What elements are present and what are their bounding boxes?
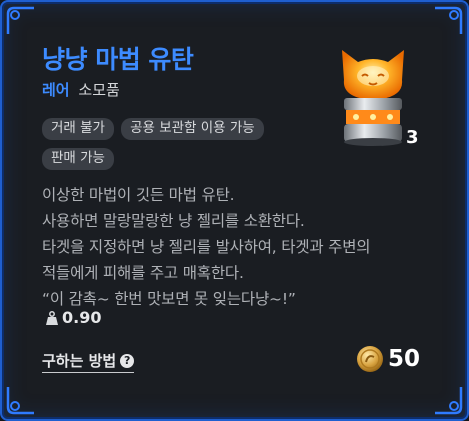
- tag-sellable: 판매 가능: [42, 148, 114, 170]
- description-line: 타겟을 지정하면 냥 젤리를 발사하여, 타겟과 주변의: [42, 238, 371, 256]
- description-line: 사용하면 말랑말랑한 냥 젤리를 소환한다.: [42, 212, 305, 230]
- question-icon: ?: [120, 353, 135, 368]
- how-to-get-label: 구하는 방법: [42, 352, 117, 370]
- item-weight: 0.90: [46, 308, 101, 327]
- item-tags: 거래 불가 공용 보관함 이용 가능 판매 가능: [42, 117, 312, 177]
- description-line: 적들에게 피해를 주고 매혹한다.: [42, 264, 244, 282]
- weight-value: 0.90: [62, 308, 102, 327]
- corner-ornament-icon: [435, 387, 463, 415]
- tag-shared-storage: 공용 보관함 이용 가능: [121, 118, 264, 140]
- item-name: 냥냥 마법 유탄: [42, 45, 194, 74]
- how-to-get-link[interactable]: 구하는 방법 ?: [42, 350, 135, 373]
- corner-ornament-icon: [6, 387, 34, 415]
- price-amount: 50: [388, 346, 421, 372]
- corner-ornament-icon: [6, 6, 34, 34]
- description-line: 이상한 마법이 깃든 마법 유탄.: [42, 186, 235, 204]
- cat-jelly-grenade-icon: [342, 50, 404, 146]
- item-price: 50: [356, 345, 420, 373]
- tag-trade: 거래 불가: [42, 118, 114, 140]
- item-count: 3: [406, 127, 419, 148]
- item-tooltip: 냥냥 마법 유탄 레어 소모품 거래 불가 공용 보관함 이용 가능 판매 가능: [0, 0, 469, 421]
- coin-icon: [357, 346, 383, 372]
- description-line: “이 감촉~ 한번 맛보면 못 잊는다냥~!”: [42, 290, 296, 308]
- item-description: 이상한 마법이 깃든 마법 유탄. 사용하면 말랑말랑한 냥 젤리를 소환한다.…: [42, 182, 442, 312]
- item-grade: 레어: [42, 81, 70, 99]
- weight-icon: [46, 310, 58, 325]
- corner-ornament-icon: [435, 6, 463, 34]
- item-category: 소모품: [78, 81, 120, 99]
- item-type: 레어 소모품: [42, 79, 120, 100]
